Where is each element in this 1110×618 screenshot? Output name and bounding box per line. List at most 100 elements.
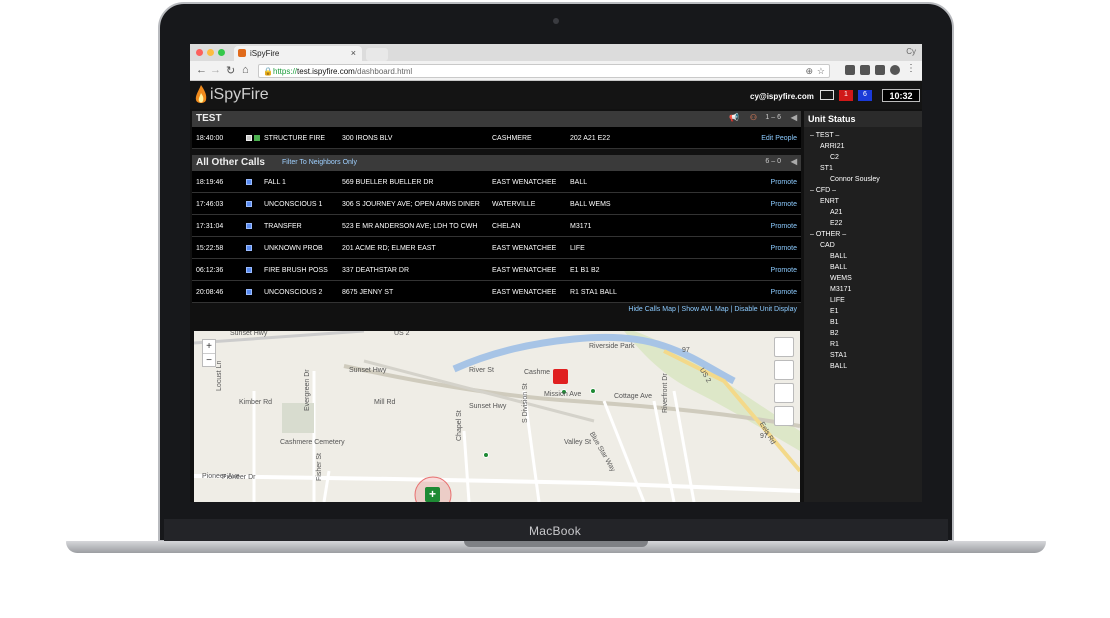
profile-button[interactable]: Cy bbox=[906, 47, 916, 56]
promote-link[interactable]: Promote bbox=[771, 245, 797, 252]
app-header: iSpyFire cy@ispyfire.com 1 6 10:32 bbox=[190, 81, 922, 109]
promote-link[interactable]: Promote bbox=[771, 289, 797, 296]
tab-close-icon[interactable]: × bbox=[351, 48, 356, 58]
alert-badge-red[interactable]: 1 bbox=[839, 90, 853, 101]
zoom-window-icon[interactable] bbox=[218, 49, 225, 56]
promote-link[interactable]: Promote bbox=[771, 267, 797, 274]
minimize-window-icon[interactable] bbox=[207, 49, 214, 56]
filter-neighbors-link[interactable]: Filter To Neighbors Only bbox=[282, 159, 357, 166]
megaphone-icon[interactable]: 📢 bbox=[729, 113, 739, 122]
table-row[interactable]: 18:19:46 FALL 1 569 BUELLER BUELLER DR EAST… bbox=[192, 171, 801, 193]
section-title: All Other Calls bbox=[196, 157, 265, 168]
address-bar[interactable]: 🔒 https://test.ispyfire.com/dashboard.ht… bbox=[258, 64, 830, 78]
new-tab-button[interactable] bbox=[366, 48, 388, 61]
screen: iSpyFire × Cy ← → ↻ ⌂ 🔒 https://test.isp… bbox=[190, 44, 922, 502]
promote-link[interactable]: Promote bbox=[771, 179, 797, 186]
unit-marker-icon[interactable] bbox=[483, 452, 489, 458]
unit-marker-icon[interactable] bbox=[590, 388, 596, 394]
unit-item[interactable]: M3171 bbox=[804, 284, 922, 295]
edit-people-link[interactable]: Edit People bbox=[761, 135, 797, 142]
call-status-icon bbox=[246, 179, 252, 185]
promote-link[interactable]: Promote bbox=[771, 201, 797, 208]
browser-tabbar: iSpyFire × Cy bbox=[190, 44, 922, 61]
call-address: 337 DEATHSTAR DR bbox=[342, 267, 410, 274]
table-row[interactable]: 17:46:03 UNCONSCIOUS 1 306 S JOURNEY AVE; … bbox=[192, 193, 801, 215]
people-icon[interactable]: ⚇ bbox=[750, 113, 757, 122]
home-icon[interactable]: ⌂ bbox=[242, 64, 249, 76]
table-row[interactable]: 06:12:36 FIRE BRUSH POSS 337 DEATHSTAR DR E… bbox=[192, 259, 801, 281]
locate-icon[interactable] bbox=[774, 360, 794, 380]
unit-item[interactable]: BALL bbox=[804, 251, 922, 262]
call-units: 202 A21 E22 bbox=[570, 135, 611, 142]
unit-item[interactable]: B1 bbox=[804, 317, 922, 328]
unit-item[interactable]: LIFE bbox=[804, 295, 922, 306]
menu-icon[interactable]: ⋮ bbox=[906, 63, 916, 74]
unit-item[interactable]: E22 bbox=[804, 218, 922, 229]
map-label: Sunset Hwy bbox=[230, 331, 268, 337]
call-city: CHELAN bbox=[492, 223, 521, 230]
table-row[interactable]: 18:40:00 STRUCTURE FIRE 300 IRONS BLV CA… bbox=[192, 127, 801, 149]
call-city: EAST WENATCHEE bbox=[492, 245, 557, 252]
map-label: Chapel St bbox=[456, 410, 463, 441]
extension-icon[interactable] bbox=[860, 65, 870, 75]
extension-icon[interactable] bbox=[845, 65, 855, 75]
map-links[interactable]: Hide Calls Map | Show AVL Map | Disable … bbox=[192, 303, 801, 317]
map-label: Mill Rd bbox=[374, 399, 396, 406]
bookmark-star-icon[interactable]: ☆ bbox=[817, 66, 825, 77]
measure-icon[interactable] bbox=[774, 406, 794, 426]
layers-icon[interactable] bbox=[774, 337, 794, 357]
unit-item[interactable]: ARRI21 bbox=[804, 141, 922, 152]
extension-icon[interactable] bbox=[890, 65, 900, 75]
location-icon[interactable]: ⊕ bbox=[805, 66, 813, 77]
mail-icon[interactable] bbox=[820, 90, 834, 100]
browser-tab[interactable]: iSpyFire × bbox=[234, 46, 362, 61]
close-window-icon[interactable] bbox=[196, 49, 203, 56]
table-row[interactable]: 15:22:58 UNKNOWN PROB 201 ACME RD; ELMER E… bbox=[192, 237, 801, 259]
medical-marker-icon[interactable]: + bbox=[425, 487, 440, 502]
call-time: 17:31:04 bbox=[196, 223, 224, 230]
map-label: Fisher St bbox=[316, 452, 323, 481]
call-type: UNCONSCIOUS 1 bbox=[264, 201, 323, 208]
call-time: 15:22:58 bbox=[196, 245, 224, 252]
call-type: FALL 1 bbox=[264, 179, 286, 186]
zoom-out-button[interactable]: − bbox=[203, 354, 215, 368]
clock: 10:32 bbox=[882, 89, 920, 102]
alert-badge-blue[interactable]: 6 bbox=[858, 90, 872, 101]
unit-item[interactable]: BALL bbox=[804, 262, 922, 273]
unit-item[interactable]: WEMS bbox=[804, 273, 922, 284]
calls-map[interactable]: + − + Sunset Hwy US 2 Riverside Park River … bbox=[194, 331, 800, 502]
unit-item[interactable]: Connor Sousley bbox=[804, 174, 922, 185]
unit-item[interactable]: STA1 bbox=[804, 350, 922, 361]
call-type: FIRE BRUSH POSS bbox=[264, 267, 328, 274]
map-label: 97 bbox=[682, 347, 690, 354]
call-units: M3171 bbox=[570, 223, 592, 230]
table-row[interactable]: 20:08:46 UNCONSCIOUS 2 8675 JENNY ST EAST W… bbox=[192, 281, 801, 303]
favicon-icon bbox=[238, 49, 246, 57]
speaker-icon[interactable]: ◀ bbox=[791, 157, 797, 166]
user-email[interactable]: cy@ispyfire.com bbox=[750, 92, 814, 101]
unit-item[interactable]: CAD bbox=[804, 240, 922, 251]
unit-item[interactable]: C2 bbox=[804, 152, 922, 163]
call-status-icon bbox=[246, 267, 252, 273]
unit-item[interactable]: BALL bbox=[804, 361, 922, 372]
zoom-control: + − bbox=[202, 339, 216, 367]
unit-item[interactable]: ST1 bbox=[804, 163, 922, 174]
unit-item[interactable]: R1 bbox=[804, 339, 922, 350]
device-label: MacBook bbox=[528, 524, 582, 538]
unit-item[interactable]: A21 bbox=[804, 207, 922, 218]
call-status-icon bbox=[246, 223, 252, 229]
back-icon[interactable]: ← bbox=[196, 64, 207, 76]
fit-bounds-icon[interactable] bbox=[774, 383, 794, 403]
extension-icon[interactable] bbox=[875, 65, 885, 75]
call-type: STRUCTURE FIRE bbox=[264, 135, 326, 142]
speaker-icon[interactable]: ◀ bbox=[791, 113, 797, 122]
fire-marker-icon[interactable] bbox=[553, 369, 568, 384]
table-row[interactable]: 17:31:04 TRANSFER 523 E MR ANDERSON AVE; L… bbox=[192, 215, 801, 237]
unit-item[interactable]: ENRT bbox=[804, 196, 922, 207]
unit-item[interactable]: E1 bbox=[804, 306, 922, 317]
unit-item[interactable]: B2 bbox=[804, 328, 922, 339]
forward-icon[interactable]: → bbox=[210, 64, 221, 76]
reload-icon[interactable]: ↻ bbox=[226, 64, 235, 77]
zoom-in-button[interactable]: + bbox=[203, 340, 215, 354]
promote-link[interactable]: Promote bbox=[771, 223, 797, 230]
